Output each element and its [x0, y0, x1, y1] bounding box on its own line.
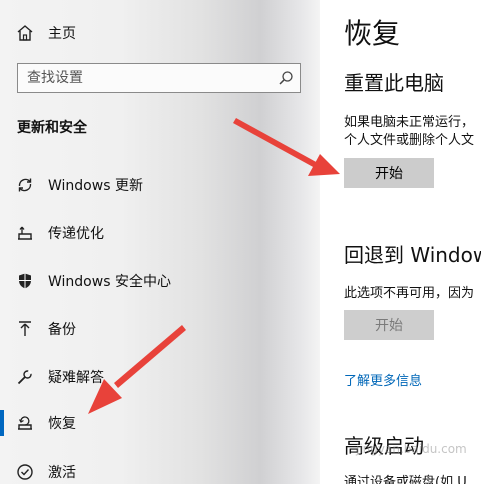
sidebar-item-label: 恢复: [48, 416, 76, 432]
sidebar-item-recovery[interactable]: 恢复: [0, 403, 320, 443]
rollback-heading: 回退到 Windows: [344, 243, 481, 267]
sidebar-item-troubleshoot[interactable]: 疑难解答: [0, 357, 320, 397]
shield-icon: [15, 271, 35, 291]
sidebar-item-backup[interactable]: 备份: [0, 309, 320, 349]
sidebar-item-delivery-optimization[interactable]: 传递优化: [0, 213, 320, 253]
sidebar-item-label: 备份: [48, 322, 76, 338]
sidebar-item-label: Windows 安全中心: [48, 274, 171, 290]
delivery-optimization-icon: [15, 223, 35, 243]
wrench-icon: [15, 367, 35, 387]
sidebar-item-windows-update[interactable]: Windows 更新: [0, 165, 320, 205]
settings-sidebar: 主页 更新和安全 Windows 更新 传递优化 Windows 安全中心 备份: [0, 0, 320, 484]
reset-description-line2: 个人文件或删除个人文: [344, 133, 475, 148]
sidebar-item-activation[interactable]: 激活: [0, 452, 320, 484]
rollback-start-button: 开始: [344, 310, 434, 340]
watermark: jingyan.baidu.com: [356, 442, 467, 456]
section-title: 更新和安全: [17, 120, 87, 136]
sidebar-item-windows-security[interactable]: Windows 安全中心: [0, 261, 320, 301]
reset-heading: 重置此电脑: [344, 71, 444, 95]
sidebar-item-label: 主页: [48, 26, 76, 42]
backup-arrow-icon: [15, 319, 35, 339]
sidebar-item-label: 激活: [48, 465, 76, 481]
search-icon[interactable]: [278, 70, 294, 86]
rollback-description: 此选项不再可用，因为: [344, 286, 475, 301]
recovery-icon: [15, 413, 35, 433]
sidebar-item-label: 传递优化: [48, 226, 104, 242]
learn-more-link[interactable]: 了解更多信息: [344, 370, 422, 389]
search-box: [17, 63, 301, 93]
search-input[interactable]: [18, 64, 277, 92]
home-icon: [15, 23, 35, 43]
reset-description-line1: 如果电脑未正常运行，: [344, 115, 475, 130]
sidebar-item-label: Windows 更新: [48, 178, 143, 194]
activation-check-icon: [15, 462, 35, 482]
reset-start-button[interactable]: 开始: [344, 158, 434, 188]
sidebar-item-home[interactable]: 主页: [0, 13, 320, 53]
advanced-startup-description: 通过设备或磁盘(如 U: [344, 475, 467, 484]
page-title: 恢复: [344, 17, 401, 50]
sync-icon: [15, 175, 35, 195]
sidebar-item-label: 疑难解答: [48, 370, 104, 386]
recovery-panel: 恢复 重置此电脑 如果电脑未正常运行， 个人文件或删除个人文 开始 回退到 Wi…: [320, 0, 481, 484]
